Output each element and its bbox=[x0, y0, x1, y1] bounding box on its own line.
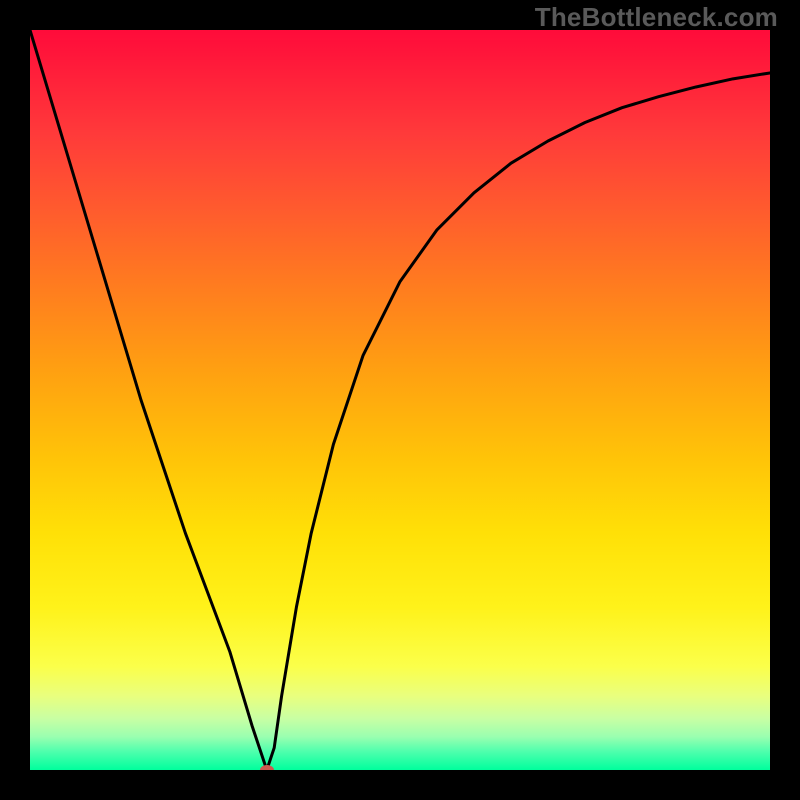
plot-area bbox=[30, 30, 770, 770]
chart-frame: TheBottleneck.com bbox=[0, 0, 800, 800]
watermark-text: TheBottleneck.com bbox=[535, 2, 778, 33]
zone-gradient bbox=[30, 30, 770, 770]
